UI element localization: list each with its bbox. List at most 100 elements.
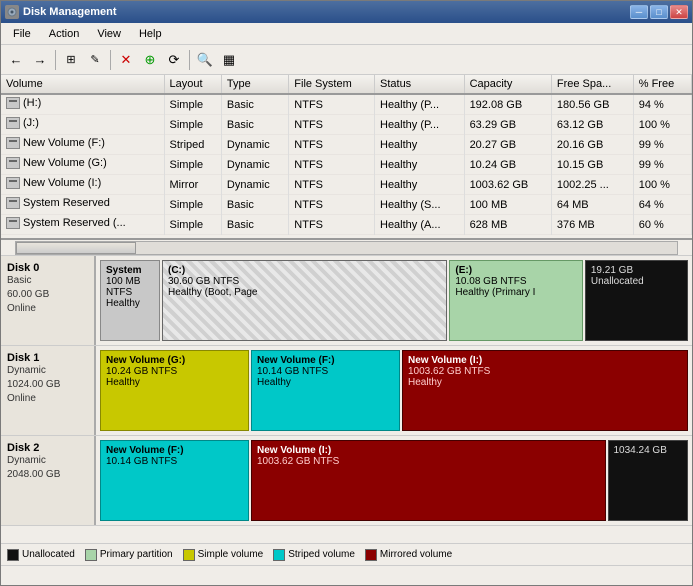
table-row[interactable]: New Volume (G:) Simple Dynamic NTFS Heal…: [1, 155, 692, 175]
cell-free: 10.15 GB: [551, 155, 633, 175]
menu-view[interactable]: View: [89, 26, 129, 42]
disk-label-disk2: Disk 2 Dynamic 2048.00 GB: [1, 436, 96, 525]
delete-button[interactable]: ✕: [115, 49, 137, 71]
table-row[interactable]: New Volume (I:) Mirror Dynamic NTFS Heal…: [1, 175, 692, 195]
cell-status: Healthy (P...: [375, 94, 465, 115]
cell-pct: 60 %: [633, 215, 691, 235]
menu-file[interactable]: File: [5, 26, 39, 42]
forward-button[interactable]: →: [29, 49, 51, 71]
add-button[interactable]: ⊕: [139, 49, 161, 71]
volume-table-area: Volume Layout Type File System Status Ca…: [1, 75, 692, 240]
title-bar-left: Disk Management: [5, 5, 117, 19]
minimize-button[interactable]: ─: [630, 5, 648, 19]
segment-c-drive[interactable]: (C:) 30.60 GB NTFSHealthy (Boot, Page: [162, 260, 447, 341]
segment-title: New Volume (F:): [257, 355, 394, 366]
segment-i-drive2[interactable]: New Volume (I:) 1003.62 GB NTFS: [251, 440, 606, 521]
cell-volume: New Volume (I:): [1, 175, 164, 195]
menu-action[interactable]: Action: [41, 26, 88, 42]
table-row[interactable]: (J:) Simple Basic NTFS Healthy (P... 63.…: [1, 115, 692, 135]
segment-e-drive[interactable]: (E:) 10.08 GB NTFSHealthy (Primary I: [449, 260, 583, 341]
col-pctfree[interactable]: % Free: [633, 75, 691, 94]
legend-label-striped: Striped volume: [288, 549, 355, 560]
col-freespace[interactable]: Free Spa...: [551, 75, 633, 94]
segment-info: Healthy: [257, 377, 394, 388]
volume-icon: [6, 217, 20, 229]
table-row[interactable]: (H:) Simple Basic NTFS Healthy (P... 192…: [1, 94, 692, 115]
table-row[interactable]: System Reserved (... Simple Basic NTFS H…: [1, 215, 692, 235]
title-buttons: ─ □ ✕: [630, 5, 688, 19]
legend-label-unalloc: Unallocated: [22, 549, 75, 560]
segment-sys-res[interactable]: System 100 MBNTFSHealthy: [100, 260, 160, 341]
cell-free: 63.12 GB: [551, 115, 633, 135]
grid-button[interactable]: ▦: [218, 49, 240, 71]
segment-f-drive[interactable]: New Volume (F:) 10.14 GB NTFSHealthy: [251, 350, 400, 431]
menu-bar: File Action View Help: [1, 23, 692, 45]
cell-type: Basic: [221, 195, 288, 215]
segment-unalloc2[interactable]: 1034.24 GB: [608, 440, 689, 521]
table-row[interactable]: New Volume (F:) Striped Dynamic NTFS Hea…: [1, 135, 692, 155]
maximize-button[interactable]: □: [650, 5, 668, 19]
disk-segments-disk1: New Volume (G:) 10.24 GB NTFSHealthy New…: [96, 346, 692, 435]
segment-title: (E:): [455, 265, 577, 276]
title-bar: Disk Management ─ □ ✕: [1, 1, 692, 23]
toolbar-separator-2: [110, 50, 111, 70]
edit-button[interactable]: ✎: [84, 49, 106, 71]
cell-fs: NTFS: [289, 195, 375, 215]
segment-i-drive[interactable]: New Volume (I:) 1003.62 GB NTFSHealthy: [402, 350, 688, 431]
disk-panels-scroll[interactable]: Disk 0 Basic 60.00 GB Online System 100 …: [1, 256, 692, 543]
disk-label-disk0: Disk 0 Basic 60.00 GB Online: [1, 256, 96, 345]
cell-capacity: 63.29 GB: [464, 115, 551, 135]
volume-icon: [6, 177, 20, 189]
search-button[interactable]: 🔍: [194, 49, 216, 71]
col-filesystem[interactable]: File System: [289, 75, 375, 94]
col-capacity[interactable]: Capacity: [464, 75, 551, 94]
cell-type: Basic: [221, 94, 288, 115]
disk-label-title: Disk 0: [7, 262, 88, 274]
cell-volume: New Volume (F:): [1, 135, 164, 155]
segment-title: New Volume (G:): [106, 355, 243, 366]
table-header-row: Volume Layout Type File System Status Ca…: [1, 75, 692, 94]
legend-box-unalloc: [7, 549, 19, 561]
cell-layout: Simple: [164, 215, 221, 235]
close-button[interactable]: ✕: [670, 5, 688, 19]
properties-button[interactable]: ⊞: [60, 49, 82, 71]
cell-type: Basic: [221, 115, 288, 135]
cell-status: Healthy (A...: [375, 215, 465, 235]
col-type[interactable]: Type: [221, 75, 288, 94]
menu-help[interactable]: Help: [131, 26, 170, 42]
volume-icon: [6, 97, 20, 109]
back-button[interactable]: ←: [5, 49, 27, 71]
cell-capacity: 192.08 GB: [464, 94, 551, 115]
segment-unalloc0[interactable]: 19.21 GBUnallocated: [585, 260, 688, 341]
segment-info: Healthy: [408, 377, 682, 388]
legend-item-mirrored: Mirrored volume: [365, 549, 452, 561]
horizontal-scrollbar[interactable]: [1, 240, 692, 256]
cell-pct: 64 %: [633, 195, 691, 215]
scrollbar-thumb[interactable]: [16, 242, 136, 254]
disk-segments-disk2: New Volume (F:) 10.14 GB NTFS New Volume…: [96, 436, 692, 525]
legend-item-striped: Striped volume: [273, 549, 355, 561]
segment-info: 10.08 GB NTFS: [455, 276, 577, 287]
cell-pct: 99 %: [633, 155, 691, 175]
legend-label-primary: Primary partition: [100, 549, 173, 560]
toolbar-separator-1: [55, 50, 56, 70]
col-volume[interactable]: Volume: [1, 75, 164, 94]
volume-icon: [6, 157, 20, 169]
cell-type: Dynamic: [221, 135, 288, 155]
table-row[interactable]: System Reserved Simple Basic NTFS Health…: [1, 195, 692, 215]
cell-status: Healthy (P...: [375, 115, 465, 135]
segment-g-drive[interactable]: New Volume (G:) 10.24 GB NTFSHealthy: [100, 350, 249, 431]
disk-label-title: Disk 1: [7, 352, 88, 364]
col-status[interactable]: Status: [375, 75, 465, 94]
segment-info: 19.21 GB: [591, 265, 682, 276]
cell-volume: System Reserved (...: [1, 215, 164, 235]
cell-type: Dynamic: [221, 155, 288, 175]
segment-f-drive2[interactable]: New Volume (F:) 10.14 GB NTFS: [100, 440, 249, 521]
col-layout[interactable]: Layout: [164, 75, 221, 94]
cell-volume: (J:): [1, 115, 164, 135]
cell-status: Healthy: [375, 175, 465, 195]
legend-box-simple: [183, 549, 195, 561]
legend-box-mirrored: [365, 549, 377, 561]
cell-status: Healthy: [375, 155, 465, 175]
refresh-button[interactable]: ⟳: [163, 49, 185, 71]
